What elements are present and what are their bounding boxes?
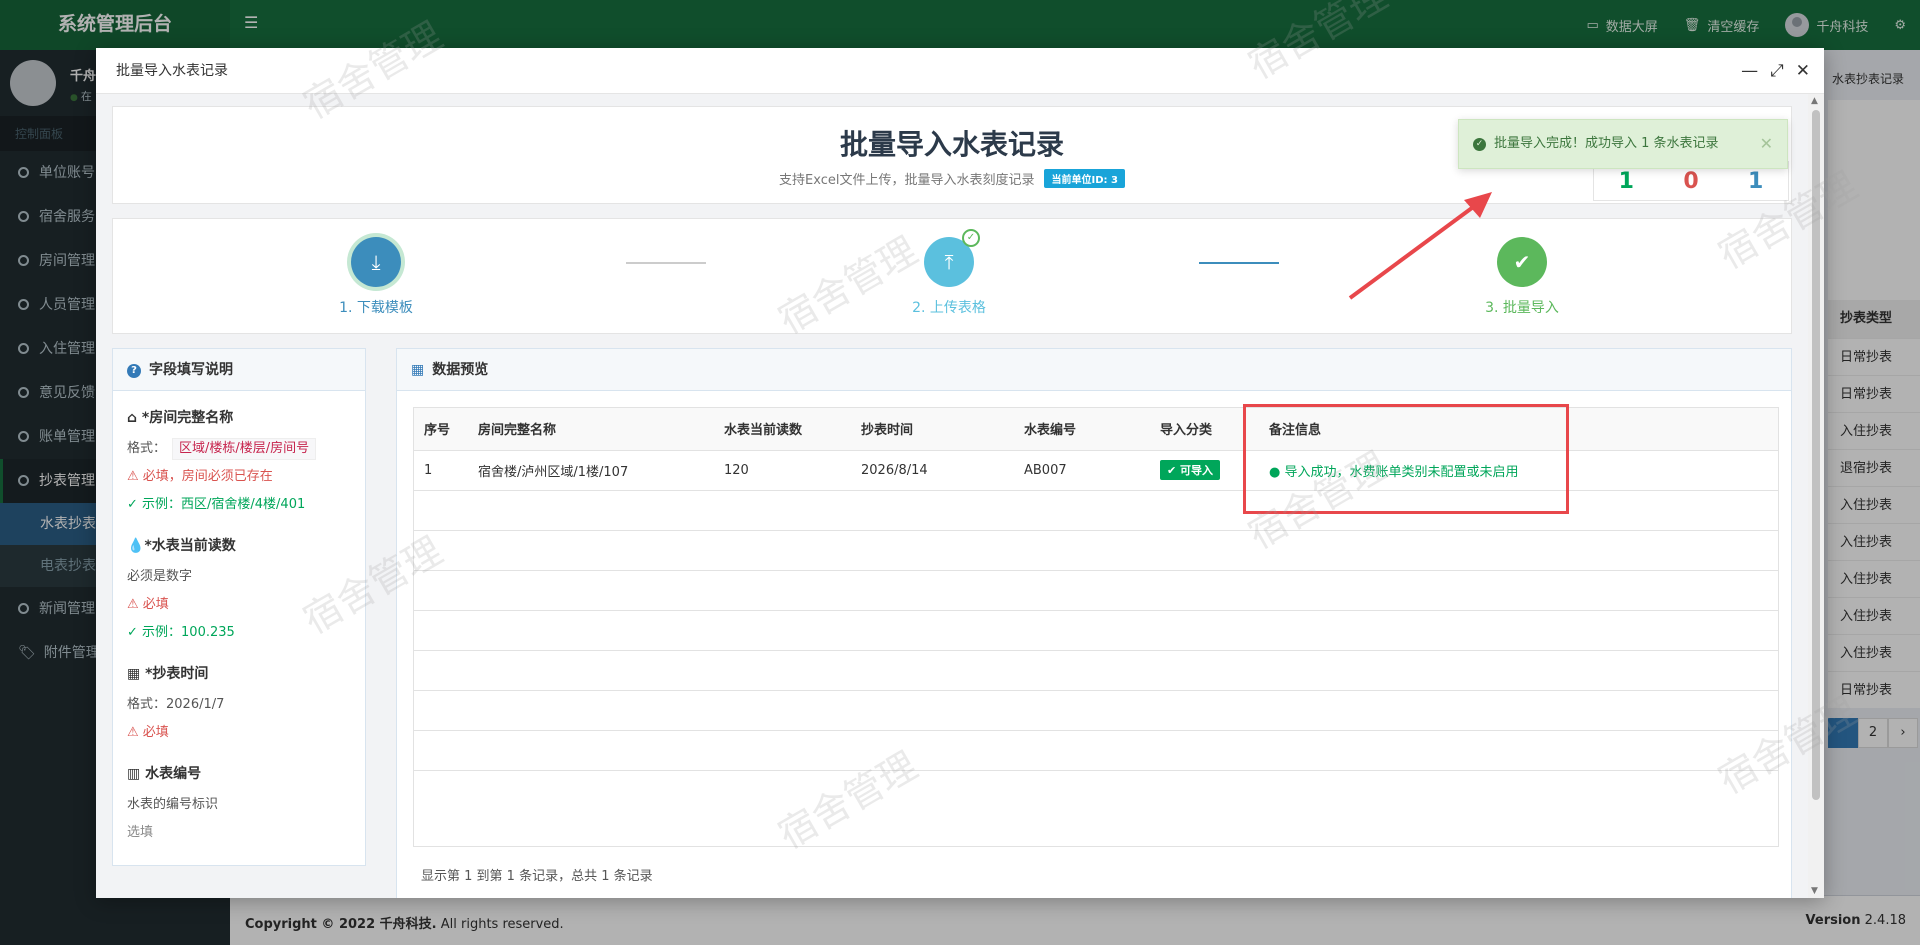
empty-row <box>414 770 1778 810</box>
step-label: 1. 下载模板 <box>339 300 413 316</box>
modal-header: 批量导入水表记录 — ⤢ ✕ <box>96 48 1824 94</box>
check-circle-icon: ✓ <box>1473 138 1486 151</box>
col-header[interactable]: 水表当前读数 <box>714 408 851 451</box>
check-badge-icon: ✓ <box>962 229 980 247</box>
field-required: ⚠ 必填，房间必须已存在 <box>127 469 273 484</box>
success-toast: ✓ 批量导入完成！成功导入 1 条水表记录 ✕ <box>1458 119 1788 169</box>
cell-time: 2026/8/14 <box>851 450 1014 491</box>
empty-row <box>414 650 1778 691</box>
panel-header: ? 字段填写说明 <box>113 349 365 391</box>
col-header[interactable]: 抄表时间 <box>851 408 1014 451</box>
close-icon[interactable]: ✕ <box>1760 120 1773 168</box>
cell-room: 宿舍楼/泸州区域/1楼/107 <box>468 450 714 491</box>
maximize-icon[interactable]: ⤢ <box>1770 48 1784 94</box>
preview-table-wrapper: 序号 房间完整名称 水表当前读数 抄表时间 水表编号 导入分类 备注信息 1 宿 <box>413 407 1779 847</box>
empty-row <box>414 530 1778 571</box>
data-preview-panel: ▦ 数据预览 序号 房间完整名称 水表当前读数 抄表时间 水表编号 导入分类 备注… <box>396 348 1792 898</box>
modal-scrollbar[interactable]: ▲ ▼ <box>1808 94 1824 898</box>
empty-row <box>414 610 1778 651</box>
scroll-down-arrow-icon[interactable]: ▼ <box>1811 886 1818 896</box>
field-title: ⌂ *房间完整名称 <box>127 407 351 427</box>
empty-row <box>414 570 1778 611</box>
table-header-row: 序号 房间完整名称 水表当前读数 抄表时间 水表编号 导入分类 备注信息 <box>414 408 1778 451</box>
field-title: ▥ 水表编号 <box>127 763 351 783</box>
col-header[interactable]: 水表编号 <box>1014 408 1150 451</box>
calendar-icon: ▦ <box>127 666 146 682</box>
import-steps: ⤓ 1. 下载模板 ⤒ ✓ 2. 上传表格 ✔ 3. 批量导入 <box>112 218 1792 334</box>
table-row[interactable]: 1 宿舍楼/泸州区域/1楼/107 120 2026/8/14 AB007 ✔ … <box>414 450 1778 491</box>
highlight-annotation-box <box>1243 404 1569 514</box>
field-optional: 选填 <box>127 825 154 840</box>
table-summary: 显示第 1 到第 1 条记录，总共 1 条记录 <box>421 869 653 884</box>
field-title-text: *抄表时间 <box>145 666 209 682</box>
modal-window-controls: — ⤢ ✕ <box>1741 48 1810 94</box>
step-label: 2. 上传表格 <box>912 300 986 316</box>
subtitle-text: 支持Excel文件上传，批量导入水表刻度记录 <box>779 173 1035 188</box>
field-instructions-panel: ? 字段填写说明 ⌂ *房间完整名称 格式： 区域/楼栋/楼层/房间号 ⚠ 必填，房… <box>112 348 366 866</box>
toast-message: 批量导入完成！成功导入 1 条水表记录 <box>1494 136 1719 151</box>
close-icon[interactable]: ✕ <box>1796 48 1810 94</box>
field-room-name: ⌂ *房间完整名称 格式： 区域/楼栋/楼层/房间号 ⚠ 必填，房间必须已存在 ✓… <box>113 407 365 519</box>
unit-id-badge: 当前单位ID: 3 <box>1044 169 1125 188</box>
field-required: ⚠ 必填 <box>127 597 169 612</box>
field-title: ▦ *抄表时间 <box>127 663 351 683</box>
cell-meter-no: AB007 <box>1014 450 1150 491</box>
tint-icon: 💧 <box>127 538 145 554</box>
field-meter-reading: 💧*水表当前读数 必须是数字 ⚠ 必填 ✓ 示例：100.235 <box>113 535 365 647</box>
download-icon: ⤓ <box>351 237 401 287</box>
stat-success: 1 <box>1747 168 1764 194</box>
empty-row <box>414 490 1778 531</box>
status-badge: ✔ 可导入 <box>1160 460 1221 480</box>
field-title: 💧*水表当前读数 <box>127 535 351 555</box>
upload-icon: ⤒ ✓ <box>924 229 980 287</box>
cell-reading: 120 <box>714 450 851 491</box>
step-connector <box>1199 262 1279 264</box>
table-icon: ▦ <box>411 362 425 378</box>
field-desc: 水表的编号标识 <box>127 797 219 812</box>
format-label: 格式： <box>127 441 167 456</box>
barcode-icon: ▥ <box>127 766 146 782</box>
field-example: ✓ 示例：100.235 <box>127 625 235 640</box>
step-download-template[interactable]: ⤓ 1. 下载模板 <box>276 237 476 317</box>
cell-index: 1 <box>414 450 468 491</box>
field-meter-no: ▥ 水表编号 水表的编号标识 选填 <box>113 763 365 847</box>
field-format: 格式： 区域/楼栋/楼层/房间号 <box>127 435 351 463</box>
preview-table: 序号 房间完整名称 水表当前读数 抄表时间 水表编号 导入分类 备注信息 1 宿 <box>414 408 1778 810</box>
home-icon: ⌂ <box>127 410 142 426</box>
col-header[interactable]: 序号 <box>414 408 468 451</box>
scrollbar-thumb[interactable] <box>1812 110 1820 800</box>
panel-title: 字段填写说明 <box>149 362 233 378</box>
field-format: 格式：2026/1/7 <box>127 697 225 712</box>
field-desc: 必须是数字 <box>127 569 193 584</box>
format-code: 区域/楼栋/楼层/房间号 <box>172 438 317 460</box>
annotation-arrow <box>1348 192 1492 300</box>
field-reading-time: ▦ *抄表时间 格式：2026/1/7 ⚠ 必填 <box>113 663 365 747</box>
panel-header: ▦ 数据预览 <box>397 349 1791 391</box>
field-title-text: *房间完整名称 <box>141 410 234 426</box>
field-example: ✓ 示例：西区/宿舍楼/4楼/401 <box>127 497 306 512</box>
panel-title: 数据预览 <box>432 362 489 378</box>
minimize-icon[interactable]: — <box>1741 48 1758 94</box>
modal-title: 批量导入水表记录 <box>116 63 228 79</box>
field-required: ⚠ 必填 <box>127 725 169 740</box>
step-connector <box>626 262 706 264</box>
scroll-up-arrow-icon[interactable]: ▲ <box>1811 96 1818 106</box>
stat-failed: 0 <box>1683 168 1699 194</box>
col-header[interactable]: 房间完整名称 <box>468 408 714 451</box>
question-circle-icon: ? <box>127 364 141 378</box>
stat-total: 1 <box>1618 168 1634 194</box>
page-subtitle: 支持Excel文件上传，批量导入水表刻度记录 当前单位ID: 3 <box>113 169 1791 188</box>
empty-row <box>414 690 1778 731</box>
field-title-text: 水表编号 <box>145 766 202 782</box>
step-upload-table[interactable]: ⤒ ✓ 2. 上传表格 <box>849 229 1049 317</box>
field-title-text: *水表当前读数 <box>144 538 236 554</box>
empty-row <box>414 730 1778 771</box>
